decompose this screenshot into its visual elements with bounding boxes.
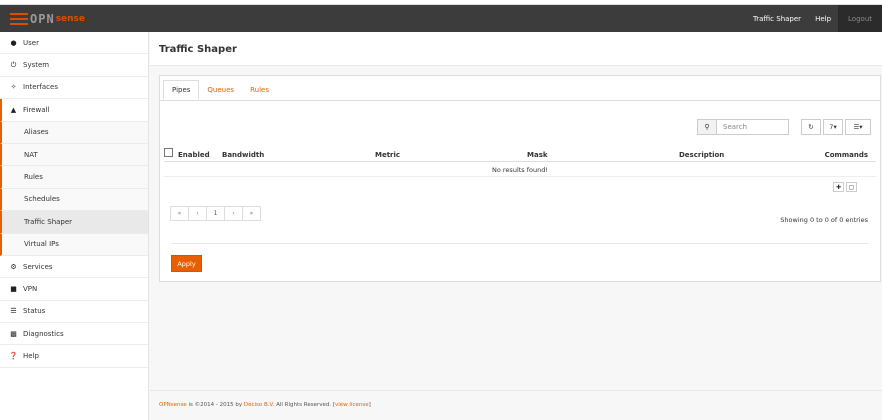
list-icon: ☰ [10,307,17,316]
nav-link-traffic-shaper[interactable]: Traffic Shaper [746,5,808,32]
gear-icon: ⚙ [10,262,17,271]
question-icon: ❓ [9,352,18,361]
footer-text-1: is ©2014 - 2015 by [186,402,244,408]
navbar-links: Traffic Shaper Help Logout [746,5,882,32]
column-mask[interactable]: Mask [527,151,548,159]
bar-chart-icon: ▩ [10,329,17,338]
pager-first[interactable]: « [170,206,189,221]
no-results-message: No results found! [164,163,876,177]
footer-text-3: ] [368,402,371,408]
page-size-dropdown[interactable]: 7 ▾ [823,119,843,135]
select-all-checkbox[interactable] [164,148,173,157]
refresh-icon[interactable]: ↻ [801,119,821,135]
sidebar-item-label: System [23,61,50,70]
sidebar-sub-nat[interactable]: NAT [0,143,148,167]
page-header: Traffic Shaper [150,32,882,66]
footer-divider [150,390,882,391]
footer: OPNsense is ©2014 - 2015 by Deciso B.V. … [159,402,371,408]
sidebar-sub-schedules[interactable]: Schedules [0,188,148,212]
top-navbar: OPN sense Traffic Shaper Help Logout [0,5,882,32]
opnsense-logo[interactable]: OPN sense [10,11,85,27]
sidebar-item-label: VPN [23,284,38,293]
lock-icon: ■ [10,284,17,293]
sidebar-item-label: Help [23,352,39,361]
tab-bar: Pipes Queues Rules [163,80,277,100]
power-icon: ⏻ [10,60,17,69]
add-icon[interactable]: ✚ [833,182,844,192]
sidebar-sub-traffic-shaper[interactable]: Traffic Shaper [0,211,148,234]
tab-pipes[interactable]: Pipes [163,80,200,100]
columns-dropdown[interactable]: ☰ ▾ [845,119,871,135]
sidebar-sub-virtual-ips[interactable]: Virtual IPs [0,233,148,256]
caret-down-icon: ▾ [833,123,837,131]
footer-text-2: All Rights Reserved. [ [274,402,335,408]
sidebar-item-help[interactable]: ❓ Help [0,345,148,368]
sidebar-sub-rules[interactable]: Rules [0,166,148,189]
sidebar-item-label: Services [23,262,53,271]
grid-toolbar: ↻ 7 ▾ ☰ ▾ [801,119,871,135]
sidebar-item-firewall[interactable]: ▲ Firewall [0,99,148,122]
sidebar-item-interfaces[interactable]: ✧ Interfaces [0,77,148,100]
sidebar-item-label: Interfaces [23,83,58,92]
content-panel: Pipes Queues Rules ⚲ ↻ 7 ▾ ☰ ▾ Enabled B… [159,75,881,282]
panel-divider [172,243,868,244]
pagination: « ‹ 1 › » [170,206,261,221]
logo-mark-icon [10,13,28,25]
pager-last[interactable]: » [242,206,261,221]
column-metric[interactable]: Metric [375,151,400,159]
trash-icon[interactable]: ▢ [846,182,857,192]
page-title: Traffic Shaper [159,44,237,55]
search-input[interactable] [717,119,789,135]
pager-page-1[interactable]: 1 [206,206,225,221]
tab-divider [160,100,880,101]
entries-info: Showing 0 to 0 of 0 entries [780,216,868,224]
pager-prev[interactable]: ‹ [188,206,207,221]
command-buttons: ✚ ▢ [831,182,857,192]
sidebar-item-vpn[interactable]: ■ VPN [0,278,148,301]
wrench-icon: ✧ [10,83,17,92]
footer-company-link[interactable]: Deciso B.V. [244,402,274,408]
user-icon: ● [10,38,17,47]
column-bandwidth[interactable]: Bandwidth [222,151,264,159]
sidebar: ● User ⏻ System ✧ Interfaces ▲ Firewall … [0,32,149,420]
sidebar-item-label: Firewall [23,105,50,114]
sidebar-item-label: Diagnostics [23,329,64,338]
column-commands: Commands [824,151,868,159]
tab-queues[interactable]: Queues [199,80,242,100]
fire-icon: ▲ [10,105,17,114]
sidebar-item-status[interactable]: ☰ Status [0,301,148,324]
tab-rules[interactable]: Rules [242,80,277,100]
sidebar-sub-aliases[interactable]: Aliases [0,121,148,144]
column-enabled[interactable]: Enabled [178,151,210,159]
logo-text-suffix: sense [55,14,86,24]
pager-next[interactable]: › [224,206,243,221]
sidebar-item-diagnostics[interactable]: ▩ Diagnostics [0,323,148,346]
column-description[interactable]: Description [679,151,724,159]
logout-link[interactable]: Logout [838,5,882,32]
grid-header: Enabled Bandwidth Metric Mask Descriptio… [164,148,876,162]
footer-license-link[interactable]: view license [335,402,369,408]
sidebar-item-system[interactable]: ⏻ System [0,54,148,77]
sidebar-item-services[interactable]: ⚙ Services [0,256,148,279]
caret-down-icon: ▾ [859,123,863,131]
search-icon[interactable]: ⚲ [697,119,717,135]
footer-org-link[interactable]: OPNsense [159,402,187,408]
sidebar-item-user[interactable]: ● User [0,32,148,55]
sidebar-item-label: Status [23,307,46,316]
sidebar-item-label: User [23,38,39,47]
apply-button[interactable]: Apply [171,255,202,272]
search-group: ⚲ [697,119,789,135]
nav-link-help[interactable]: Help [808,5,838,32]
logo-text-prefix: OPN [30,12,55,26]
